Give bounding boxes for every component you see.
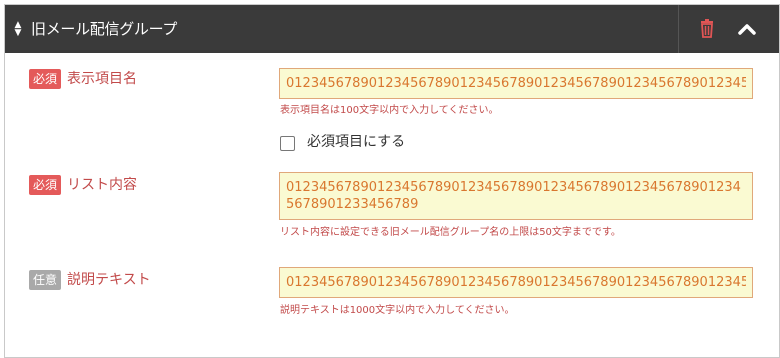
- chevron-up-icon: [738, 24, 756, 35]
- trash-icon: [701, 19, 713, 38]
- list-content-input[interactable]: 0123456789012345678901234567890123456789…: [279, 172, 753, 220]
- description-help: 説明テキストは1000文字以内で入力してください。: [280, 305, 515, 316]
- display-name-input[interactable]: [279, 68, 753, 99]
- optional-badge: 任意: [29, 270, 62, 290]
- sort-icon[interactable]: ▲ ▼: [13, 21, 23, 38]
- panel-title: 旧メール配信グループ: [31, 20, 178, 38]
- display-name-label: 表示項目名: [67, 71, 137, 87]
- required-checkbox[interactable]: [280, 136, 295, 151]
- collapse-button[interactable]: [733, 17, 761, 41]
- description-label: 説明テキスト: [67, 272, 151, 288]
- list-content-label: リスト内容: [67, 177, 137, 193]
- list-content-help: リスト内容に設定できる旧メール配信グループ名の上限は50文字までです。: [280, 227, 621, 238]
- delete-button[interactable]: [695, 17, 719, 41]
- display-name-help: 表示項目名は100文字以内で入力してください。: [280, 105, 499, 116]
- required-checkbox-label[interactable]: 必須項目にする: [307, 132, 405, 152]
- panel-header: ▲ ▼ 旧メール配信グループ: [5, 5, 779, 53]
- mail-group-panel: ▲▼ 旧メール配信グループ 必須 表示項目名 表示項目名は100文字以内で入力し…: [4, 4, 780, 358]
- required-badge: 必須: [29, 69, 62, 89]
- required-badge: 必須: [29, 175, 62, 195]
- header-divider: [678, 5, 679, 53]
- description-input[interactable]: [279, 267, 753, 298]
